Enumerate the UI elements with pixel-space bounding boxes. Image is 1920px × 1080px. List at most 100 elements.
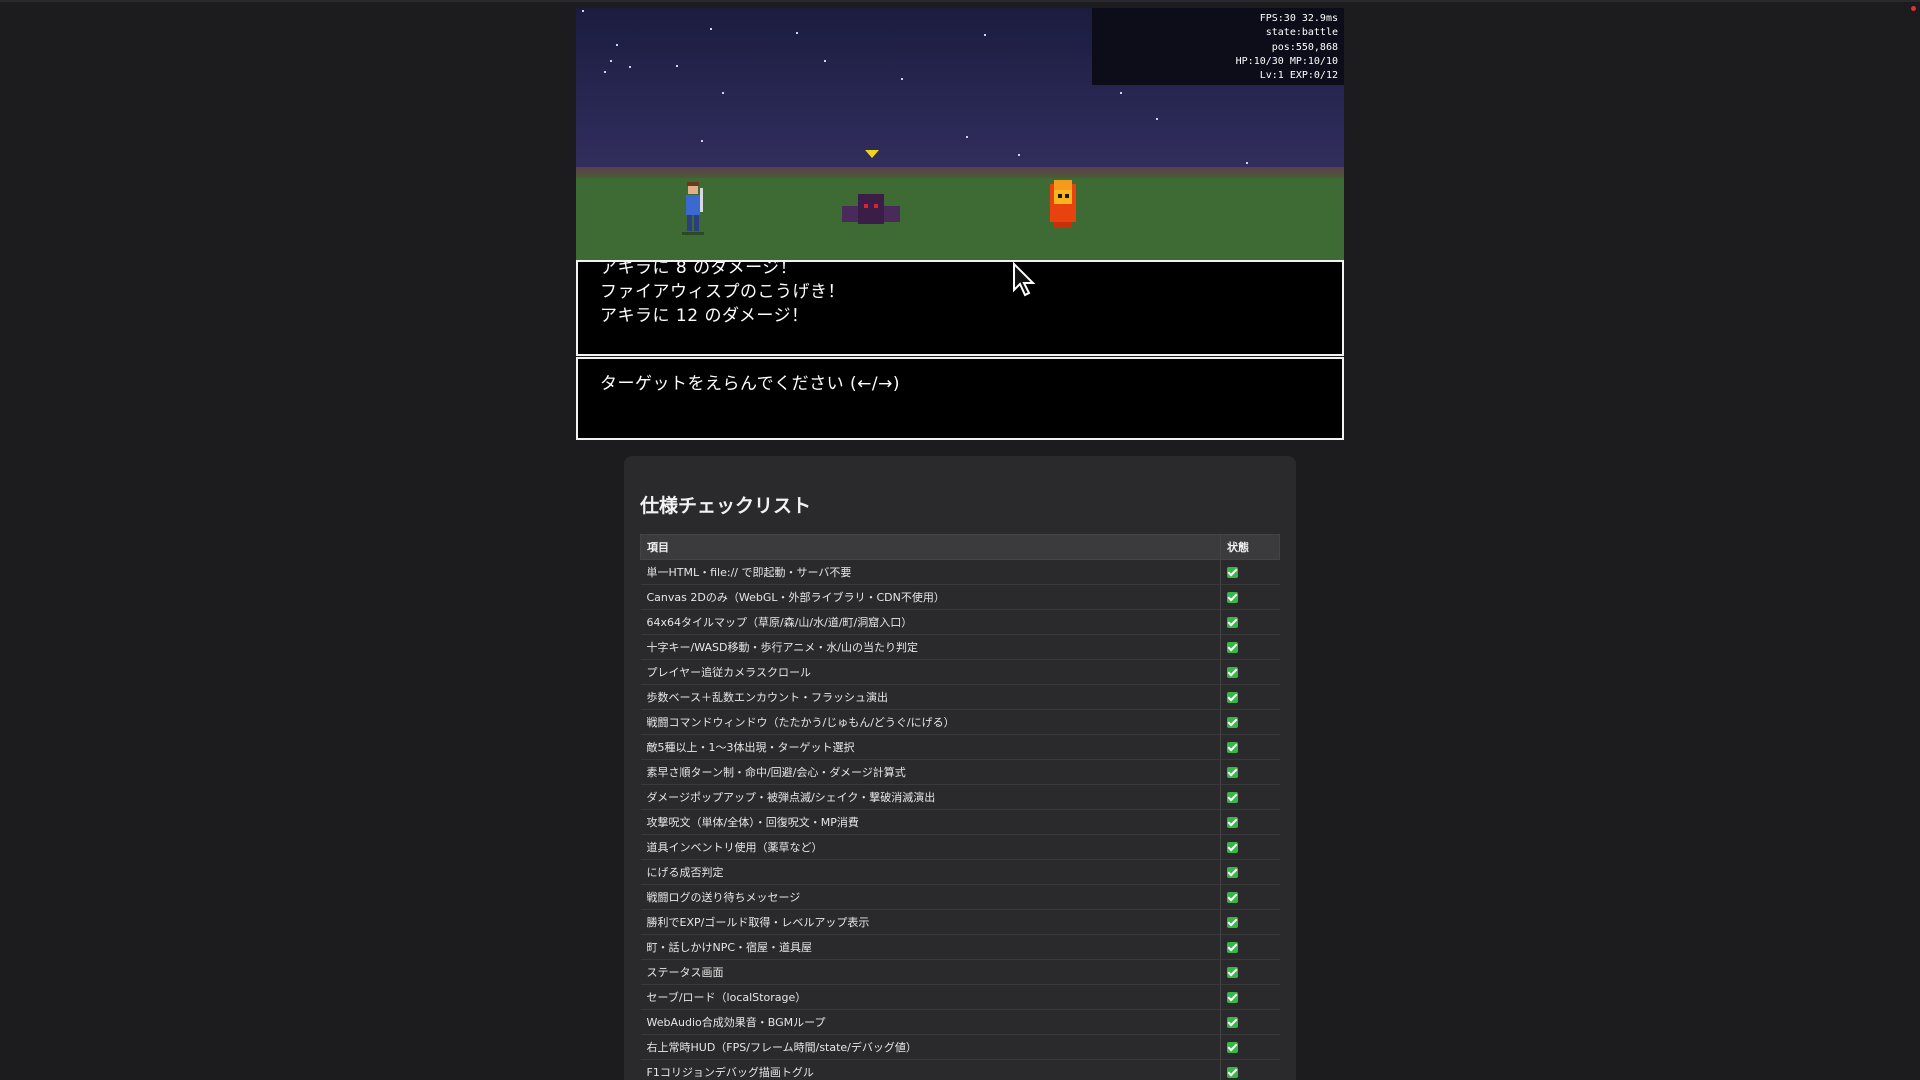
table-row: 攻撃呪文（単体/全体）・回復呪文・MP消費	[640, 809, 1280, 835]
checklist-item-status	[1220, 609, 1280, 635]
green-checkmark-icon	[1227, 967, 1238, 978]
table-row: ステータス画面	[640, 959, 1280, 985]
checklist-item-status	[1220, 1034, 1280, 1060]
star	[610, 60, 612, 62]
checklist-item-status	[1220, 709, 1280, 735]
star	[604, 71, 606, 73]
target-prompt-window[interactable]: ターゲットをえらんでください (←/→)	[576, 357, 1344, 440]
star	[701, 140, 703, 142]
table-row: ダメージポップアップ・被弾点滅/シェイク・撃破消滅演出	[640, 784, 1280, 810]
checklist-item-status	[1220, 659, 1280, 685]
checklist-item-status	[1220, 859, 1280, 885]
table-row: 戦闘コマンドウィンドウ（たたかう/じゅもん/どうぐ/にげる）	[640, 709, 1280, 735]
checklist-item-label: Canvas 2Dのみ（WebGL・外部ライブラリ・CDN不使用）	[640, 584, 1221, 610]
checklist-item-label: F1コリジョンデバッグ描画トグル	[640, 1059, 1221, 1080]
column-header-item: 項目	[640, 534, 1221, 560]
checklist-item-label: 単一HTML・file:// で即起動・サーバ不要	[640, 559, 1221, 585]
checklist-item-label: 道具インベントリ使用（薬草など）	[640, 834, 1221, 860]
table-row: 単一HTML・file:// で即起動・サーバ不要	[640, 559, 1280, 585]
green-checkmark-icon	[1227, 992, 1238, 1003]
checklist-item-status	[1220, 584, 1280, 610]
battle-log-window: アキラに 8 のダメージ！ ファイアウィスプのこうげき！ アキラに 12 のダメ…	[576, 260, 1344, 356]
green-checkmark-icon	[1227, 767, 1238, 778]
checklist-item-status	[1220, 959, 1280, 985]
checklist-item-label: 戦闘コマンドウィンドウ（たたかう/じゅもん/どうぐ/にげる）	[640, 709, 1221, 735]
checklist-body: 単一HTML・file:// で即起動・サーバ不要 Canvas 2Dのみ（Web…	[640, 559, 1280, 1080]
green-checkmark-icon	[1227, 642, 1238, 653]
table-row: 道具インベントリ使用（薬草など）	[640, 834, 1280, 860]
table-row: 64x64タイルマップ（草原/森/山/水/道/町/洞窟入口）	[640, 609, 1280, 635]
checklist-item-status	[1220, 759, 1280, 785]
table-row: 歩数ベース＋乱数エンカウント・フラッシュ演出	[640, 684, 1280, 710]
checklist-item-label: 歩数ベース＋乱数エンカウント・フラッシュ演出	[640, 684, 1221, 710]
checklist-item-label: にげる成否判定	[640, 859, 1221, 885]
green-checkmark-icon	[1227, 692, 1238, 703]
green-checkmark-icon	[1227, 592, 1238, 603]
horizon	[576, 167, 1344, 178]
checklist-item-label: 攻撃呪文（単体/全体）・回復呪文・MP消費	[640, 809, 1221, 835]
green-checkmark-icon	[1227, 892, 1238, 903]
checklist-item-status	[1220, 634, 1280, 660]
green-checkmark-icon	[1227, 617, 1238, 628]
checklist-item-label: 素早さ順ターン制・命中/回避/会心・ダメージ計算式	[640, 759, 1221, 785]
checklist-item-status	[1220, 909, 1280, 935]
checklist-item-label: WebAudio合成効果音・BGMループ	[640, 1009, 1221, 1035]
enemy-fire-wisp-sprite	[1050, 180, 1076, 228]
checklist-item-label: 戦闘ログの送り待ちメッセージ	[640, 884, 1221, 910]
checklist-item-label: 町・話しかけNPC・宿屋・道具屋	[640, 934, 1221, 960]
spec-checklist-panel: 仕様チェックリスト 項目 状態 単一HTML・file:// で即起動・サーバ不…	[624, 456, 1296, 1080]
star	[984, 34, 986, 36]
table-row: 敵5種以上・1〜3体出現・ターゲット選択	[640, 734, 1280, 760]
hud-state: state:battle	[1265, 27, 1338, 39]
green-checkmark-icon	[1227, 1017, 1238, 1028]
green-checkmark-icon	[1227, 717, 1238, 728]
checklist-item-label: ダメージポップアップ・被弾点滅/シェイク・撃破消滅演出	[640, 784, 1221, 810]
battle-log-line: ファイアウィスプのこうげき！	[600, 282, 845, 302]
star	[629, 66, 631, 68]
checklist-item-status	[1220, 784, 1280, 810]
star	[901, 78, 903, 80]
checklist-item-status	[1220, 734, 1280, 760]
table-row: 素早さ順ターン制・命中/回避/会心・ダメージ計算式	[640, 759, 1280, 785]
star	[582, 10, 584, 12]
checklist-item-status	[1220, 559, 1280, 585]
star	[1246, 162, 1248, 164]
star	[1120, 92, 1122, 94]
checklist-item-status	[1220, 934, 1280, 960]
checklist-item-status	[1220, 1059, 1280, 1080]
star	[616, 44, 618, 46]
hud-level-exp: Lv:1 EXP:0/12	[1259, 70, 1338, 82]
checklist-item-label: 64x64タイルマップ（草原/森/山/水/道/町/洞窟入口）	[640, 609, 1221, 635]
table-row: プレイヤー追従カメラスクロール	[640, 659, 1280, 685]
debug-hud: FPS:30 32.9ms state:battle pos:550,868 H…	[1092, 8, 1344, 85]
star	[676, 65, 678, 67]
mouse-pointer-icon	[1013, 262, 1036, 297]
table-row: F1コリジョンデバッグ描画トグル	[640, 1059, 1280, 1080]
star	[1018, 154, 1020, 156]
green-checkmark-icon	[1227, 942, 1238, 953]
green-checkmark-icon	[1227, 667, 1238, 678]
game-canvas[interactable]: FPS:30 32.9ms state:battle pos:550,868 H…	[576, 8, 1344, 260]
table-row: 十字キー/WASD移動・歩行アニメ・水/山の当たり判定	[640, 634, 1280, 660]
checklist-item-label: セーブ/ロード（localStorage）	[640, 984, 1221, 1010]
enemy-dark-bat-sprite	[842, 194, 900, 224]
green-checkmark-icon	[1227, 842, 1238, 853]
battle-log-line: アキラに 8 のダメージ！	[600, 260, 798, 278]
checklist-item-status	[1220, 884, 1280, 910]
checklist-item-status	[1220, 684, 1280, 710]
table-row: 戦闘ログの送り待ちメッセージ	[640, 884, 1280, 910]
checklist-item-label: 敵5種以上・1〜3体出現・ターゲット選択	[640, 734, 1221, 760]
battle-log-line: アキラに 12 のダメージ！	[600, 306, 809, 326]
hud-hp-mp: HP:10/30 MP:10/10	[1235, 55, 1338, 67]
checklist-item-label: 勝利でEXP/ゴールド取得・レベルアップ表示	[640, 909, 1221, 935]
recording-indicator-icon	[1911, 6, 1916, 11]
checklist-item-status	[1220, 1009, 1280, 1035]
checklist-item-label: ステータス画面	[640, 959, 1221, 985]
table-row: WebAudio合成効果音・BGMループ	[640, 1009, 1280, 1035]
checklist-item-status	[1220, 984, 1280, 1010]
checklist-item-status	[1220, 809, 1280, 835]
green-checkmark-icon	[1227, 742, 1238, 753]
target-cursor-icon	[865, 150, 879, 158]
green-checkmark-icon	[1227, 1042, 1238, 1053]
green-checkmark-icon	[1227, 1067, 1238, 1078]
